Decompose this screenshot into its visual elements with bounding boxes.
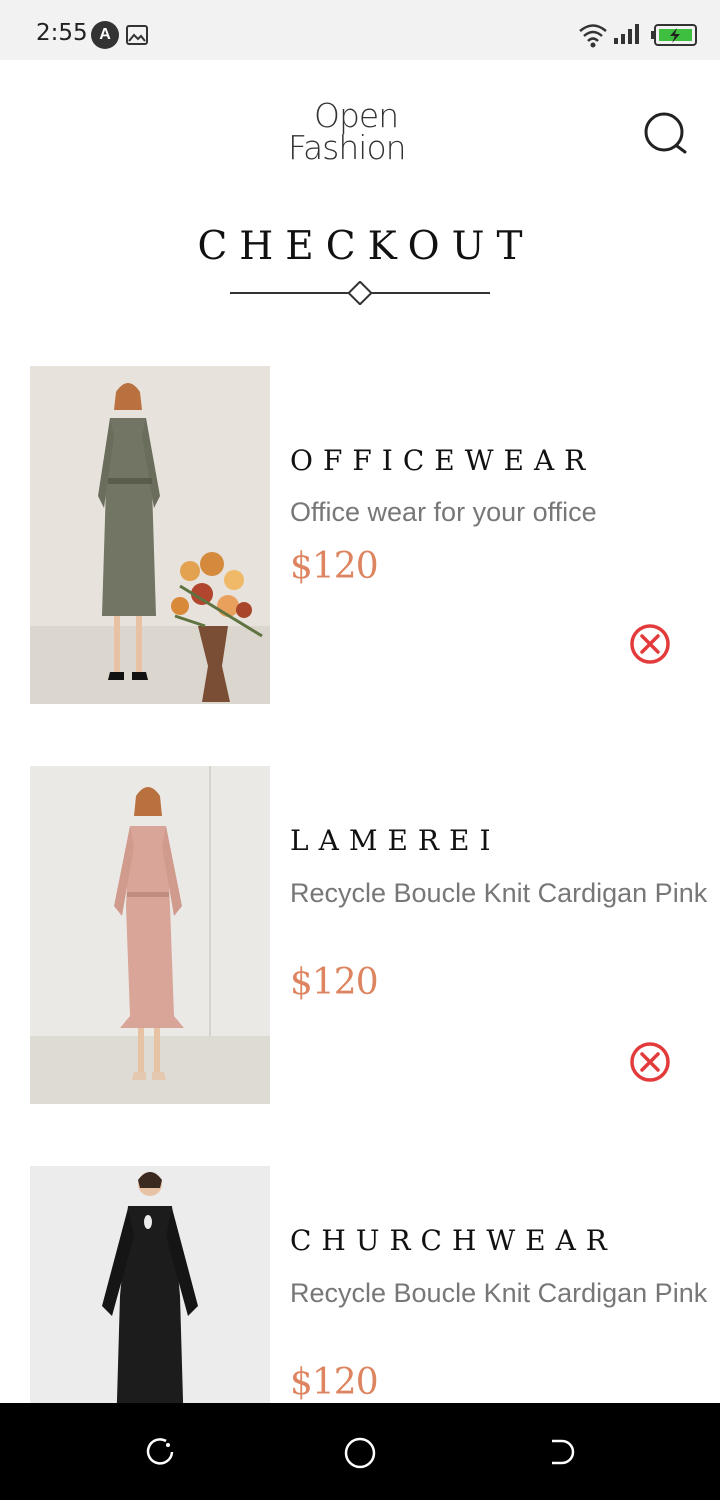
page-title: CHECKOUT [197, 224, 535, 269]
battery-charging-icon [651, 24, 697, 46]
logo-line-2: Fashion [288, 128, 407, 167]
a-icon: A [91, 21, 119, 49]
cart-item[interactable]: LAMEREI Recycle Boucle Knit Cardigan Pin… [30, 766, 710, 1106]
status-time: 2:55 [36, 20, 88, 46]
product-description: Recycle Boucle Knit Cardigan Pink [290, 878, 708, 908]
product-image[interactable] [30, 1166, 270, 1403]
back-icon[interactable] [544, 1436, 576, 1468]
product-description: Recycle Boucle Knit Cardigan Pink [290, 1278, 708, 1308]
wifi-icon [579, 24, 607, 48]
product-name: OFFICEWEAR [290, 444, 596, 477]
title-divider [230, 281, 490, 305]
product-price: $120 [290, 1362, 379, 1403]
signal-icon [614, 24, 639, 44]
home-icon[interactable] [343, 1436, 377, 1470]
image-icon [126, 25, 148, 45]
search-icon[interactable] [640, 110, 692, 162]
cart-item[interactable]: CHURCHWEAR Recycle Boucle Knit Cardigan … [30, 1166, 710, 1403]
product-price: $120 [290, 962, 379, 1003]
product-price: $120 [290, 546, 379, 587]
close-circle-icon[interactable] [628, 1040, 672, 1084]
product-image[interactable] [30, 366, 270, 704]
cart-item[interactable]: OFFICEWEAR Office wear for your office $… [30, 366, 710, 706]
recent-apps-icon[interactable] [144, 1436, 176, 1468]
product-name: CHURCHWEAR [290, 1224, 617, 1257]
product-name: LAMEREI [290, 824, 501, 857]
status-bar: 2:55 A [0, 0, 720, 60]
product-image[interactable] [30, 766, 270, 1104]
app-logo[interactable]: Open Fashion [288, 99, 448, 167]
system-nav-bar [0, 1403, 720, 1500]
product-description: Office wear for your office [290, 497, 597, 527]
close-circle-icon[interactable] [628, 622, 672, 666]
